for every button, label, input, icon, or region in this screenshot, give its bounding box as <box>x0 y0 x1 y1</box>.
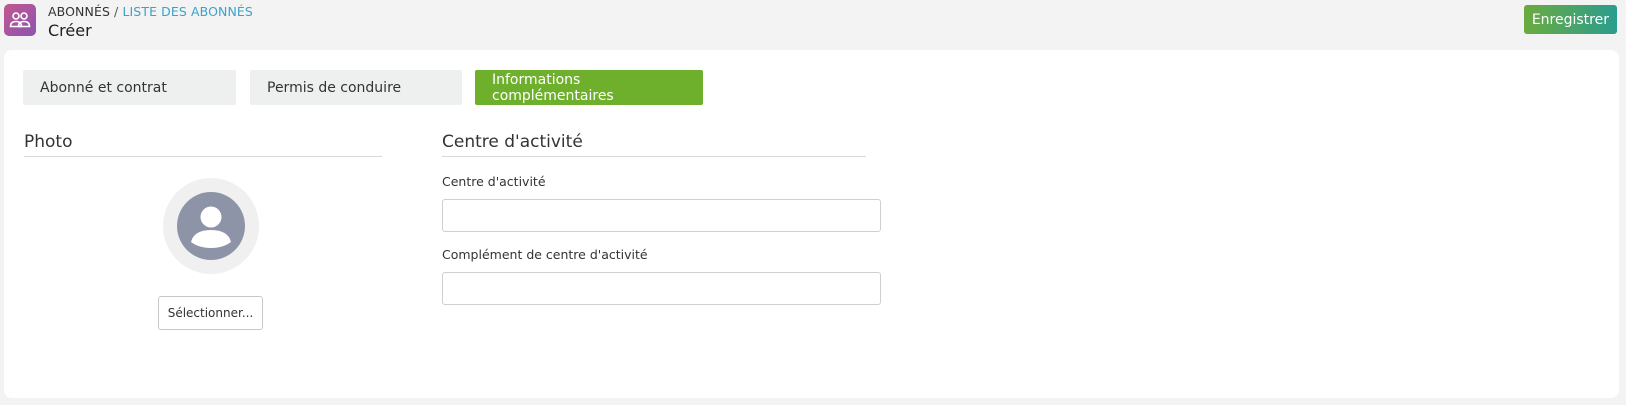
user-avatar-icon <box>177 192 245 260</box>
activity-section-title: Centre d'activité <box>442 132 866 157</box>
users-icon <box>4 4 36 36</box>
photo-section-title: Photo <box>24 132 382 157</box>
breadcrumb-separator: / <box>109 4 123 19</box>
form-card: Abonné et contrat Permis de conduire Inf… <box>4 50 1619 398</box>
tab-subscriber-contract[interactable]: Abonné et contrat <box>23 70 236 105</box>
breadcrumb-root: ABONNÉS <box>48 4 110 19</box>
top-bar: ABONNÉS / LISTE DES ABONNÉS Créer Enregi… <box>0 0 1626 50</box>
activity-complement-label: Complément de centre d'activité <box>442 247 648 262</box>
tab-label: Permis de conduire <box>267 79 402 96</box>
save-button[interactable]: Enregistrer <box>1523 5 1617 34</box>
activity-center-label: Centre d'activité <box>442 174 546 189</box>
select-photo-button[interactable]: Sélectionner... <box>158 296 263 330</box>
tab-additional-information[interactable]: Informations complémentaires <box>475 70 703 105</box>
tab-driving-license[interactable]: Permis de conduire <box>250 70 462 105</box>
breadcrumb-link-subscriber-list[interactable]: LISTE DES ABONNÉS <box>122 4 253 19</box>
page-title: Créer <box>48 21 92 40</box>
tab-label: Informations complémentaires <box>492 71 614 104</box>
activity-complement-input[interactable] <box>442 272 881 305</box>
photo-placeholder <box>163 178 259 274</box>
tab-label: Abonné et contrat <box>40 79 167 96</box>
activity-center-input[interactable] <box>442 199 881 232</box>
breadcrumb: ABONNÉS / LISTE DES ABONNÉS <box>48 4 253 19</box>
